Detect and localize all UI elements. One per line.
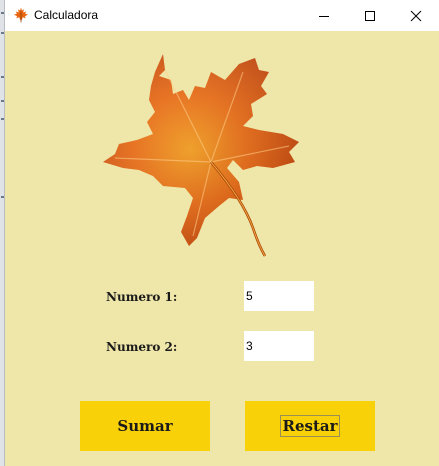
maple-leaf-image — [103, 54, 299, 257]
restar-button[interactable]: Restar — [245, 401, 375, 451]
close-icon — [410, 10, 422, 21]
background-mark — [1, 32, 4, 34]
numero-2-input[interactable] — [244, 331, 314, 361]
numero-2-label: Numero 2: — [106, 340, 178, 354]
maximize-button[interactable] — [347, 0, 393, 31]
minimize-button[interactable] — [301, 0, 347, 31]
close-button[interactable] — [393, 0, 439, 31]
background-mark — [1, 76, 4, 78]
background-mark — [1, 100, 4, 102]
sumar-button[interactable]: Sumar — [80, 401, 210, 451]
calculator-window: Calculadora Numero 1: 5 Numero 2: 3 Suma… — [5, 0, 439, 466]
background-mark — [1, 196, 4, 198]
numero-1-input[interactable] — [244, 281, 314, 311]
minimize-icon — [319, 15, 329, 17]
background-mark — [1, 12, 4, 14]
maple-leaf-icon — [13, 7, 29, 23]
background-mark — [1, 118, 4, 120]
restar-button-label: Restar — [280, 415, 340, 437]
title-bar[interactable]: Calculadora — [5, 0, 439, 31]
sumar-button-label: Sumar — [117, 417, 173, 435]
numero-1-label: Numero 1: — [106, 290, 178, 304]
maximize-icon — [365, 10, 375, 21]
window-title: Calculadora — [34, 8, 99, 22]
